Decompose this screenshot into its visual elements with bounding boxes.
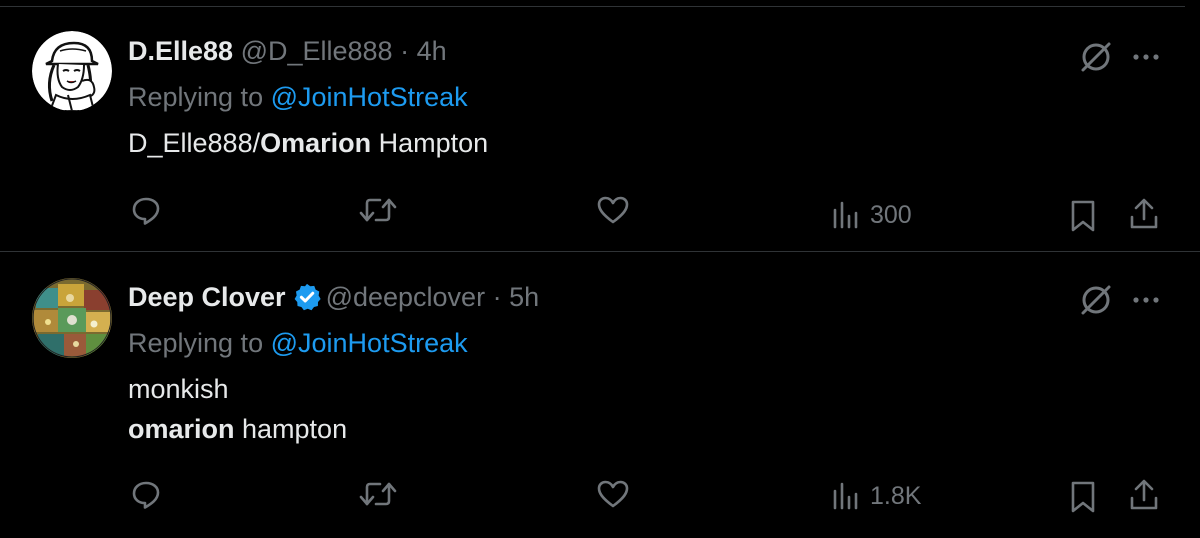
bookmark-icon (1071, 481, 1095, 513)
user-handle[interactable]: @deepclover (326, 282, 486, 312)
retweet-icon (359, 198, 397, 222)
reply-icon (132, 197, 160, 225)
tweet-text-line-1: monkish (128, 372, 229, 406)
verified-badge-icon[interactable] (292, 282, 322, 312)
tweet-top-actions (1078, 282, 1162, 318)
replying-to-mention[interactable]: @JoinHotStreak (271, 82, 468, 112)
like-button[interactable] (596, 194, 630, 226)
share-button[interactable] (1128, 197, 1160, 231)
grok-icon[interactable] (1078, 39, 1114, 75)
timestamp[interactable]: 4h (417, 36, 447, 66)
display-name[interactable]: Deep Clover (128, 282, 286, 312)
separator-dot: · (492, 282, 502, 312)
views-count: 1.8K (870, 481, 922, 510)
cartoon-woman-bucket-hat-avatar-icon (32, 31, 112, 111)
bookmark-icon (1071, 200, 1095, 232)
text-segment-bold: omarion (128, 414, 235, 444)
separator-dot: · (400, 36, 410, 66)
tweet-reply-2[interactable]: Deep Clover @deepclover · 5h Replying to… (0, 252, 1200, 538)
replying-to: Replying to @JoinHotStreak (128, 80, 468, 114)
views-icon (833, 482, 858, 510)
timestamp[interactable]: 5h (509, 282, 539, 312)
views-button[interactable]: 300 (832, 200, 912, 230)
like-icon (597, 196, 629, 224)
tweet-text: D_Elle888/Omarion Hampton (128, 126, 488, 160)
reply-icon (132, 481, 160, 509)
bookmark-button[interactable] (1068, 199, 1098, 233)
colorful-abstract-avatar-icon (32, 278, 112, 358)
tweet-text-line-2: omarion hampton (128, 412, 347, 446)
more-icon[interactable] (1130, 41, 1162, 73)
views-button[interactable]: 1.8K (832, 481, 921, 511)
reply-button[interactable] (130, 478, 162, 510)
like-button[interactable] (596, 478, 630, 510)
user-handle[interactable]: @D_Elle888 (241, 36, 393, 66)
text-segment: hampton (234, 414, 348, 444)
retweet-button[interactable] (358, 194, 398, 226)
retweet-button[interactable] (358, 478, 398, 510)
reply-button[interactable] (130, 194, 162, 226)
replying-to-mention[interactable]: @JoinHotStreak (271, 328, 468, 358)
views-icon (833, 201, 858, 229)
views-count: 300 (870, 200, 912, 229)
share-icon (1130, 198, 1158, 229)
replying-prefix: Replying to (128, 328, 264, 358)
top-divider (0, 0, 1185, 7)
text-segment-bold: Omarion (260, 128, 372, 158)
tweet-top-actions (1078, 39, 1162, 75)
share-button[interactable] (1128, 478, 1160, 512)
avatar[interactable] (32, 31, 112, 111)
share-icon (1130, 479, 1158, 510)
text-segment: monkish (128, 374, 229, 404)
text-segment: D_Elle888/ (128, 128, 261, 158)
retweet-icon (359, 482, 397, 506)
like-icon (597, 480, 629, 508)
text-segment: Hampton (371, 128, 489, 158)
tweet-reply-1[interactable]: D.Elle88 @D_Elle888 · 4h Replying to @Jo… (0, 7, 1200, 252)
grok-icon[interactable] (1078, 282, 1114, 318)
avatar[interactable] (32, 278, 112, 358)
display-name[interactable]: D.Elle88 (128, 36, 233, 66)
tweet-header: D.Elle88 @D_Elle888 · 4h (128, 34, 447, 68)
more-icon[interactable] (1130, 284, 1162, 316)
tweet-header: Deep Clover @deepclover · 5h (128, 280, 539, 314)
replying-to: Replying to @JoinHotStreak (128, 326, 468, 360)
bookmark-button[interactable] (1068, 480, 1098, 514)
replying-prefix: Replying to (128, 82, 264, 112)
